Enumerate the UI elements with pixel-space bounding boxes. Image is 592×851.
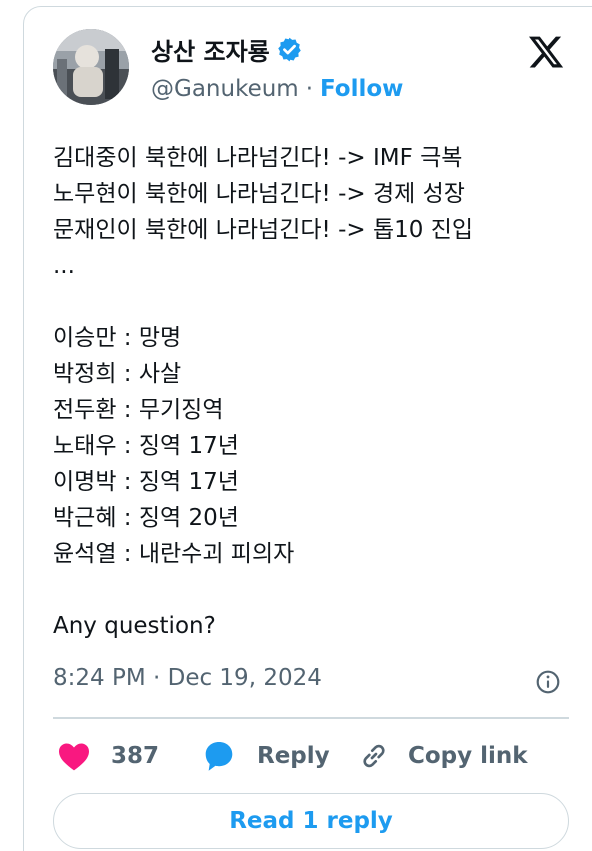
tweet-line: 이명박 : 징역 17년: [53, 469, 239, 495]
read-replies-button[interactable]: Read 1 reply: [53, 793, 569, 849]
divider: [53, 717, 569, 719]
reply-label: Reply: [257, 743, 330, 769]
tweet-line: 박근혜 : 징역 20년: [53, 505, 239, 531]
like-button[interactable]: 387: [57, 736, 159, 776]
reply-button[interactable]: Reply: [201, 736, 330, 776]
x-logo-icon[interactable]: [526, 33, 566, 71]
heart-icon: [59, 743, 89, 771]
display-name-row[interactable]: 상산 조자룡: [151, 32, 303, 67]
handle[interactable]: @Ganukeum: [151, 76, 299, 102]
action-bar: 387 Reply Copy link: [53, 736, 573, 776]
tweet-text: 김대중이 북한에 나라넘긴다! -> IMF 극복노무현이 북한에 나라넘긴다!…: [53, 140, 573, 644]
page: 상산 조자룡 @Ganukeum · Follow 김대중이 북한에 나라넘긴다…: [0, 0, 592, 851]
tweet-line: 김대중이 북한에 나라넘긴다! -> IMF 극복: [53, 145, 463, 171]
avatar[interactable]: [53, 29, 129, 105]
display-name[interactable]: 상산 조자룡: [151, 32, 270, 67]
avatar-photo: [53, 29, 129, 105]
copy-link-label: Copy link: [408, 743, 528, 769]
timestamp[interactable]: 8:24 PM · Dec 19, 2024: [53, 665, 322, 691]
tweet-line: 박정희 : 사살: [53, 361, 182, 387]
verified-badge-icon: [278, 37, 301, 62]
link-icon: [363, 744, 385, 768]
separator-dot: ·: [305, 76, 314, 102]
like-count: 387: [111, 743, 160, 769]
copy-link-button[interactable]: Copy link: [358, 736, 528, 776]
tweet-line: ...: [53, 253, 75, 279]
tweet-line: 전두환 : 무기징역: [53, 397, 224, 423]
tweet-line: 윤석열 : 내란수괴 피의자: [53, 541, 295, 567]
handle-row: @Ganukeum · Follow: [151, 76, 403, 102]
follow-button[interactable]: Follow: [320, 76, 403, 102]
tweet-line: 노무현이 북한에 나라넘긴다! -> 경제 성장: [53, 181, 465, 207]
tweet-line: 이승만 : 망명: [53, 325, 182, 351]
info-icon[interactable]: [535, 669, 561, 695]
tweet-line: 노태우 : 징역 17년: [53, 433, 239, 459]
tweet-line: Any question?: [53, 613, 216, 639]
tweet-line: 문재인이 북한에 나라넘긴다! -> 톱10 진입: [53, 217, 474, 243]
speech-bubble-icon: [205, 741, 233, 771]
